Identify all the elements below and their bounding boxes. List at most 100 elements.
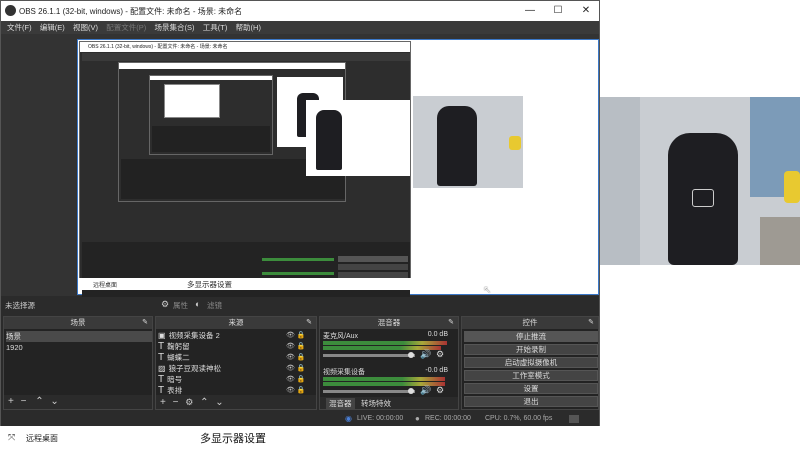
- image-icon: ▨: [158, 364, 166, 373]
- remove-scene-icon[interactable]: −: [21, 396, 27, 407]
- scene-item[interactable]: 场景: [6, 331, 152, 342]
- chair-image: [316, 110, 342, 170]
- controls-header: 控件 ✎: [462, 317, 598, 329]
- eye-icon[interactable]: 👁 🔒: [286, 341, 314, 352]
- source-label: 表排: [167, 386, 183, 395]
- eye-icon[interactable]: 👁 🔒: [286, 352, 314, 363]
- minimize-button[interactable]: —: [517, 3, 543, 19]
- source-label: 蝴蝶二: [167, 353, 190, 362]
- volume-slider-thumb[interactable]: [408, 388, 414, 394]
- audio-meter: [323, 341, 447, 345]
- nested-title: OBS 26.1.1 (32-bit, windows) - 配置文件: 未命名…: [80, 42, 410, 52]
- mouse-cursor-icon: ↖: [483, 285, 492, 296]
- scenes-toolbar: + − ⌃ ⌄: [4, 395, 152, 409]
- text-icon: T: [158, 341, 165, 352]
- mixer-channel-name: 麦克风/Aux: [323, 333, 359, 340]
- mixer-title: 混音器: [377, 318, 401, 327]
- nested3-title: [150, 76, 272, 80]
- source-label: 鞠躬留: [167, 342, 190, 351]
- speaker-icon[interactable]: 🔊: [420, 349, 431, 360]
- mixer-channel-db: 0.0 dB: [427, 331, 448, 338]
- properties-gear-icon[interactable]: ⚙: [161, 299, 169, 310]
- rec-time: REC: 00:00:00: [425, 415, 471, 422]
- volume-slider-thumb[interactable]: [408, 352, 414, 358]
- nested-camera: [306, 100, 410, 176]
- stop-streaming-button[interactable]: 停止推流: [464, 331, 598, 342]
- menu-view[interactable]: 视图(V): [73, 21, 98, 34]
- tab-transitions[interactable]: 转场特效: [358, 398, 394, 409]
- add-scene-icon[interactable]: +: [8, 396, 14, 407]
- source-properties-gear-icon[interactable]: ⚙: [185, 397, 193, 407]
- dock-settings-icon[interactable]: ✎: [588, 317, 594, 329]
- nested3-preview: [164, 84, 220, 118]
- maximize-button[interactable]: ☐: [545, 3, 571, 19]
- status-square-icon: [569, 415, 579, 423]
- no-source-label: 未选择源: [5, 301, 35, 310]
- speaker-icon[interactable]: 🔊: [420, 385, 431, 396]
- move-up-icon[interactable]: ⌃: [200, 397, 208, 408]
- scenes-title: 场景: [70, 318, 86, 327]
- text-icon: T: [158, 374, 165, 385]
- eye-icon[interactable]: 👁 🔒: [286, 374, 314, 385]
- menu-scene-collection[interactable]: 场景集合(S): [155, 21, 195, 34]
- preview-canvas[interactable]: OBS 26.1.1 (32-bit, windows) - 配置文件: 未命名…: [1, 34, 599, 297]
- menu-profile[interactable]: 配置文件(P): [106, 21, 146, 34]
- chair-logo-image: [692, 189, 714, 207]
- move-up-icon[interactable]: ⌃: [35, 396, 43, 407]
- volume-slider[interactable]: [323, 390, 415, 393]
- remove-source-icon[interactable]: −: [173, 397, 179, 408]
- settings-button[interactable]: 设置: [464, 383, 598, 394]
- menu-edit[interactable]: 编辑(E): [40, 21, 65, 34]
- sources-dock: 来源 ✎ ▣ 视频采集设备 2 T 鞠躬留 T 蝴蝶二 ▨ 狼子豆观读神松 T 暗号 T 表排…: [155, 316, 317, 410]
- tab-mixer[interactable]: 混音器: [326, 398, 355, 409]
- move-down-icon[interactable]: ⌄: [215, 397, 223, 408]
- start-virtual-camera-button[interactable]: 启动虚拟摄像机: [464, 357, 598, 368]
- nested2-title: [119, 63, 345, 69]
- multi-monitor-label[interactable]: 多显示器设置: [200, 430, 266, 446]
- add-source-icon[interactable]: +: [160, 397, 166, 408]
- menu-file[interactable]: 文件(F): [7, 21, 32, 34]
- dock-settings-icon[interactable]: ✎: [306, 317, 312, 329]
- camera-feed: [600, 97, 800, 265]
- nested-control-btn: [338, 264, 408, 270]
- start-recording-button[interactable]: 开始录制: [464, 344, 598, 355]
- preview-camera-mid: [413, 96, 523, 188]
- studio-mode-button[interactable]: 工作室模式: [464, 370, 598, 381]
- live-time: LIVE: 00:00:00: [357, 415, 404, 422]
- mixer-dock: 混音器 ✎ 麦克风/Aux 0.0 dB 🔊 ⚙ 视频采集设备 -0.0 dB 🔊…: [319, 316, 459, 410]
- menu-help[interactable]: 帮助(H): [236, 21, 261, 34]
- filters-button[interactable]: 滤镜: [207, 300, 222, 311]
- exit-button[interactable]: 退出: [464, 396, 598, 407]
- channel-gear-icon[interactable]: ⚙: [436, 349, 444, 360]
- source-toolbar: 未选择源 ⚙ 属性 ◐ 滤镜: [1, 297, 599, 313]
- scenes-header: 场景 ✎: [4, 317, 152, 329]
- nested-control-btn: [338, 256, 408, 262]
- scenes-dock: 场景 ✎ 场景 1920 + − ⌃ ⌄: [3, 316, 153, 410]
- remote-desktop-label[interactable]: 远程桌面: [26, 433, 58, 444]
- mixer-tabs: 混音器 转场特效: [320, 397, 458, 409]
- menu-tools[interactable]: 工具(T): [203, 21, 228, 34]
- mixer-header: 混音器 ✎: [320, 317, 458, 329]
- title-bar[interactable]: OBS 26.1.1 (32-bit, windows) - 配置文件: 未命名…: [1, 1, 599, 21]
- move-down-icon[interactable]: ⌄: [50, 396, 58, 407]
- source-visibility-column: 👁 🔒 👁 🔒 👁 🔒 👁 🔒 👁 🔒 👁 🔒: [286, 330, 314, 396]
- sources-header: 来源 ✎: [156, 317, 316, 329]
- nested3-docks: [152, 126, 270, 152]
- filters-icon[interactable]: ◐: [195, 299, 200, 309]
- source-label: 狼子豆观读神松: [168, 364, 222, 373]
- nested-menubar: [82, 53, 410, 61]
- remote-desktop-icon[interactable]: ⤧: [8, 432, 15, 443]
- scene-item[interactable]: 1920: [6, 342, 152, 353]
- preview-taskbar-capture: 远程桌面 多显示器设置: [79, 278, 597, 290]
- dock-settings-icon[interactable]: ✎: [142, 317, 148, 329]
- nested-multi-monitor: 多显示器设置: [187, 280, 232, 289]
- volume-slider[interactable]: [323, 354, 415, 357]
- eye-icon[interactable]: 👁 🔒: [286, 363, 314, 374]
- eye-icon[interactable]: 👁 🔒: [286, 330, 314, 341]
- properties-button[interactable]: 属性: [173, 300, 188, 311]
- pikachu-plush-image: [509, 136, 521, 150]
- nested-remote-desktop: 远程桌面: [93, 283, 118, 289]
- channel-gear-icon[interactable]: ⚙: [436, 385, 444, 396]
- close-button[interactable]: ✕: [573, 3, 599, 19]
- dock-settings-icon[interactable]: ✎: [448, 317, 454, 329]
